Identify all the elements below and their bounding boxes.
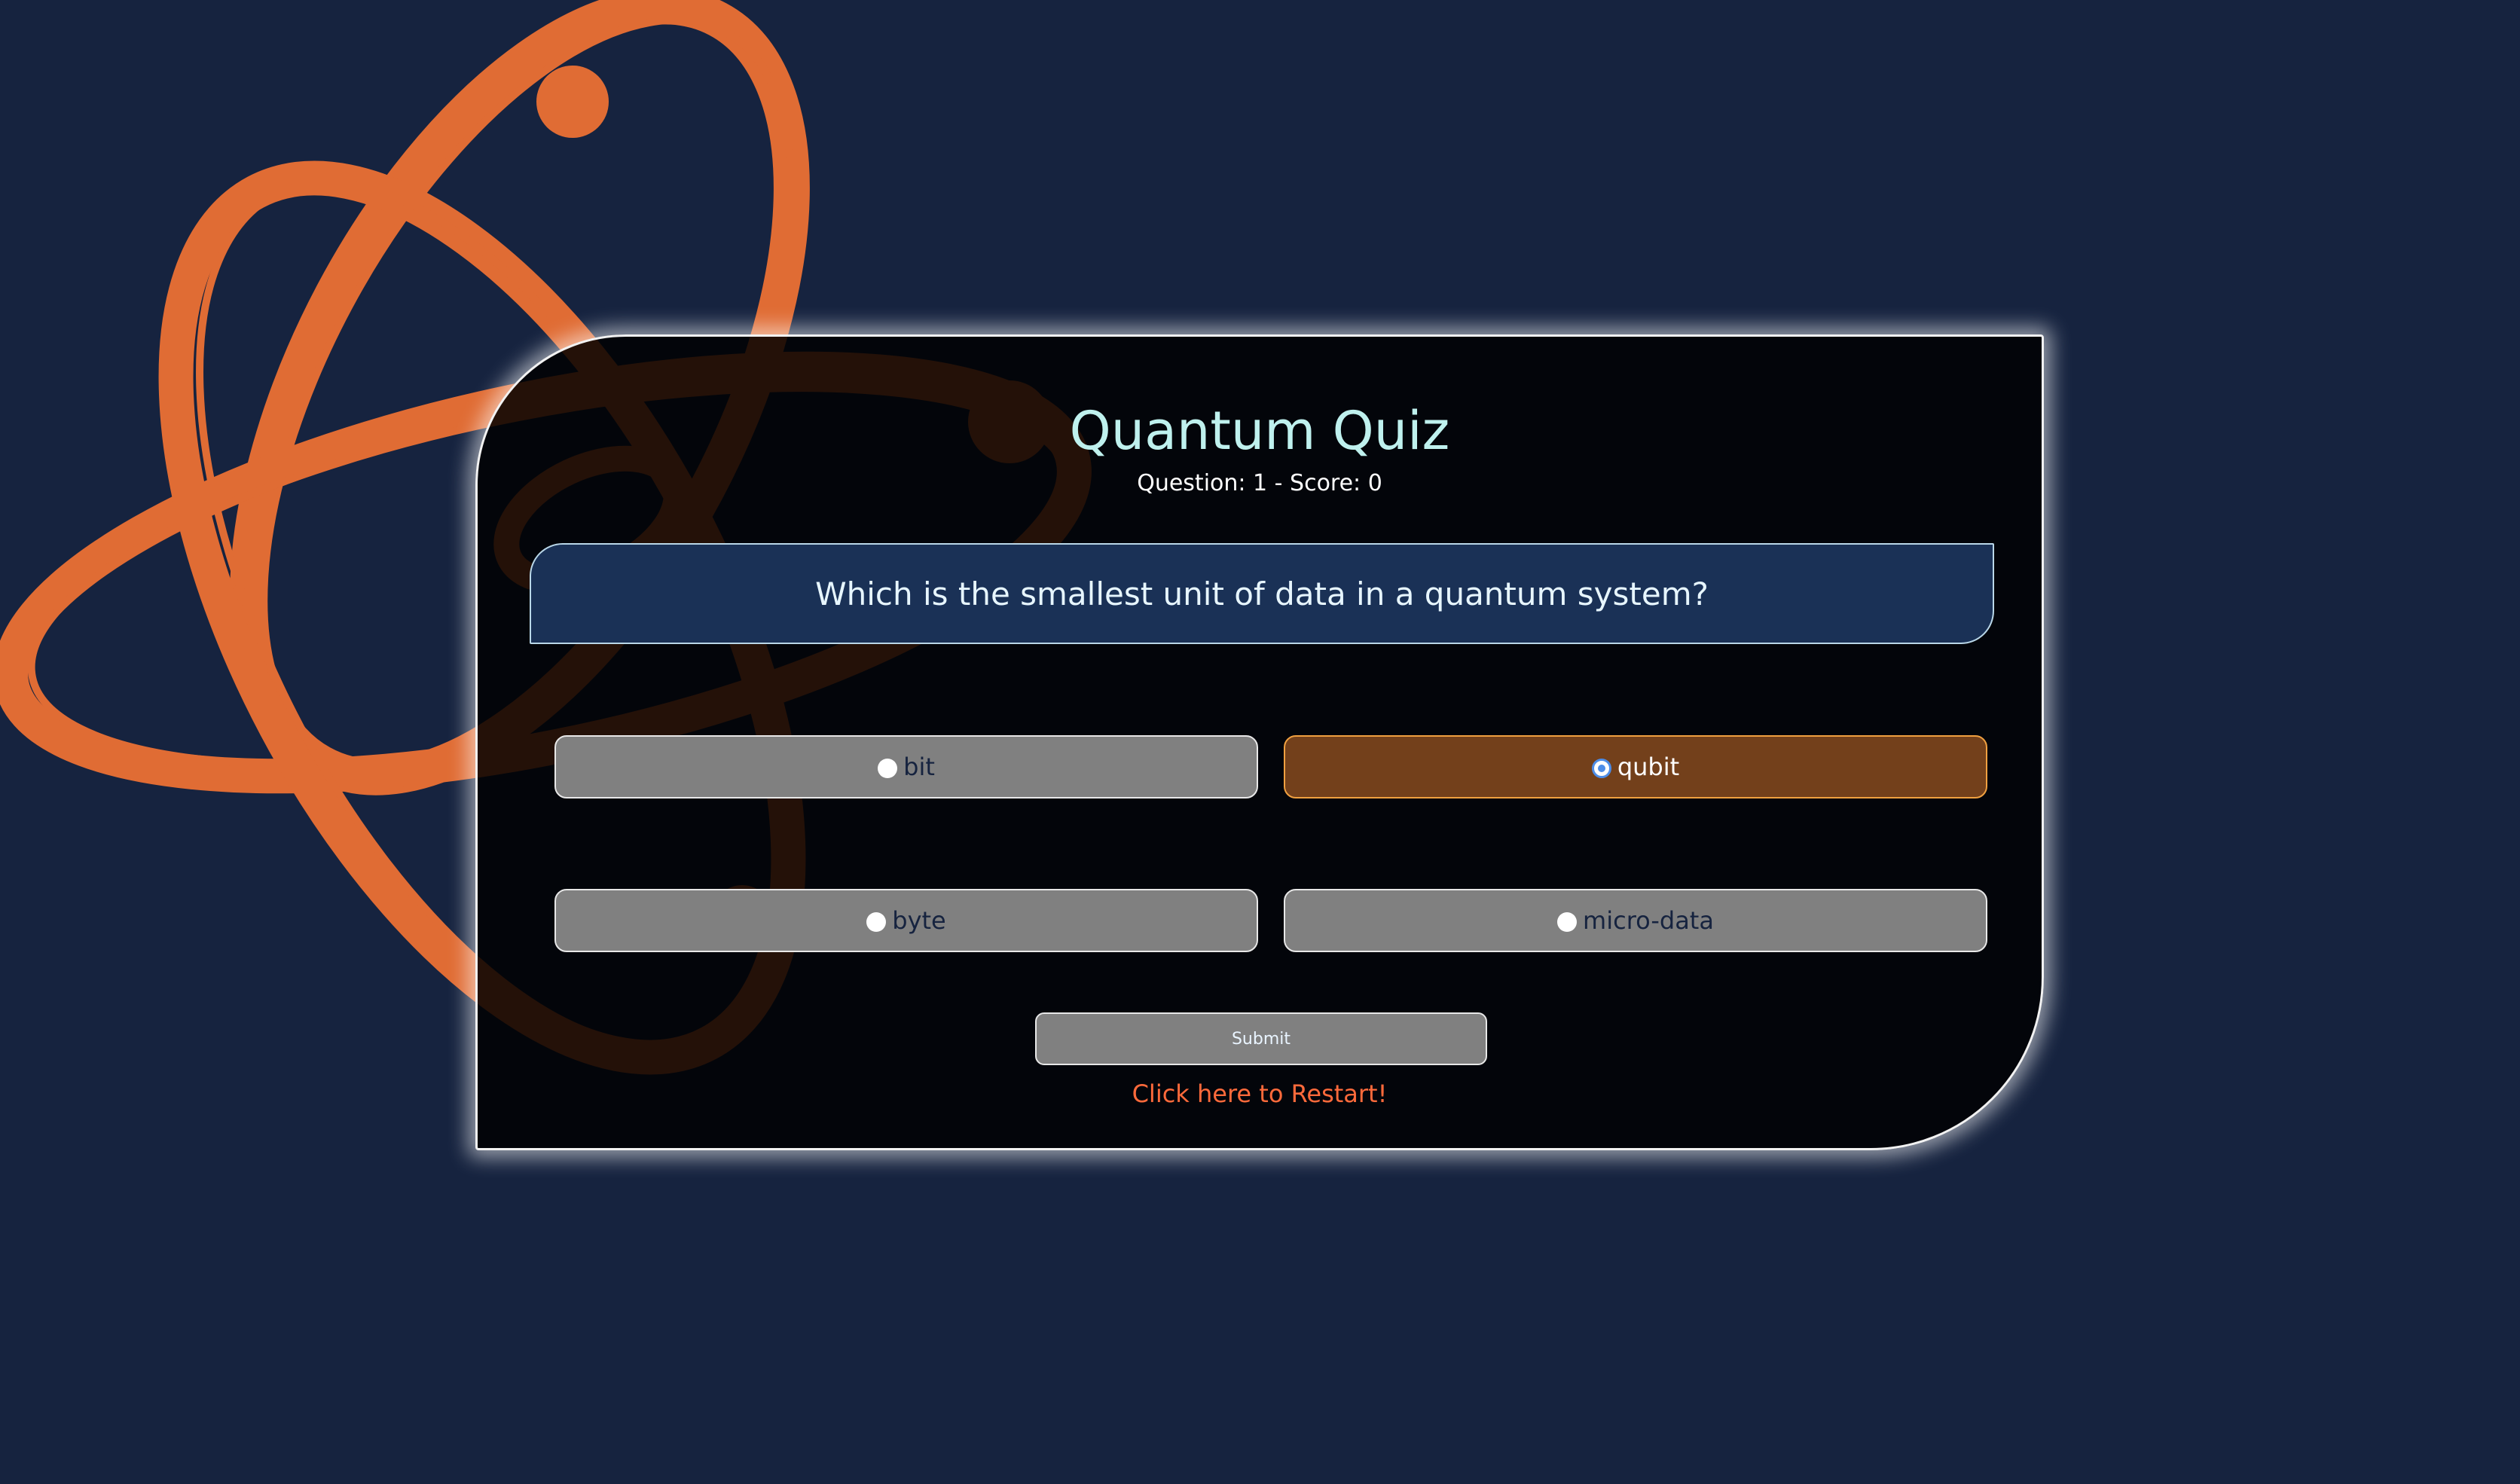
answer-option-label: qubit [1617,753,1680,781]
restart-link[interactable]: Click here to Restart! [478,1079,2042,1109]
answer-option-qubit[interactable]: qubit [1284,735,1987,798]
submit-button[interactable]: Submit [1035,1012,1487,1065]
question-text: Which is the smallest unit of data in a … [815,575,1709,612]
answer-option-label: bit [903,753,935,781]
question-box: Which is the smallest unit of data in a … [530,543,1994,644]
answer-option-micro-data[interactable]: micro-data [1284,889,1987,952]
answer-option-label: micro-data [1583,906,1714,935]
answer-option-label: byte [892,906,946,935]
answer-option-bit[interactable]: bit [554,735,1258,798]
quiz-title: Quantum Quiz [1069,400,1450,462]
quiz-card: Quantum Quiz Question: 1 - Score: 0 Whic… [475,334,2044,1150]
radio-button-checked[interactable] [1591,759,1611,778]
answer-option-byte[interactable]: byte [554,889,1258,952]
question-score-status: Question: 1 - Score: 0 [1137,470,1382,496]
quiz-page: Quantum Quiz Question: 1 - Score: 0 Whic… [0,0,2520,1484]
radio-button[interactable] [878,759,898,778]
radio-button[interactable] [866,912,887,932]
radio-button[interactable] [1557,912,1578,932]
